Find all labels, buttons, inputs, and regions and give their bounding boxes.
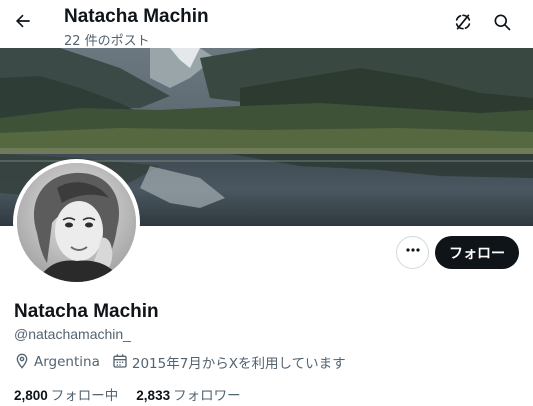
header-post-count: 22 件のポスト — [64, 34, 150, 49]
more-dots-icon — [405, 242, 421, 263]
followers-label: フォロワー — [173, 388, 241, 404]
location-item: Argentina — [14, 353, 100, 372]
profile-meta: Argentina 2015年7月からXを利用しています — [14, 352, 358, 372]
search-button[interactable] — [486, 8, 518, 40]
search-icon — [492, 12, 512, 37]
avatar-portrait-image — [17, 163, 136, 282]
timeline-toggle-icon — [453, 12, 473, 37]
profile-handle: @natachamachin_ — [14, 326, 131, 342]
following-label: フォロー中 — [50, 388, 119, 404]
joined-item: 2015年7月からXを利用しています — [112, 352, 346, 372]
header-profile-name: Natacha Machin — [64, 6, 209, 27]
profile-name: Natacha Machin — [14, 301, 159, 322]
calendar-icon — [112, 353, 132, 372]
more-options-button[interactable] — [396, 236, 429, 269]
follow-button[interactable]: フォロー — [435, 236, 519, 269]
followers-count: 2,833 — [136, 388, 171, 403]
profile-avatar[interactable] — [13, 159, 140, 286]
back-arrow-icon — [13, 11, 33, 36]
followers-link[interactable]: 2,833 フォロワー — [136, 384, 240, 404]
joined-text: 2015年7月からXを利用しています — [131, 356, 346, 372]
back-button[interactable] — [8, 8, 38, 38]
following-link[interactable]: 2,800 フォロー中 — [14, 384, 118, 404]
profile-header: Natacha Machin 22 件のポスト — [0, 0, 533, 49]
timeline-toggle-button[interactable] — [447, 8, 479, 40]
location-pin-icon — [14, 353, 34, 372]
following-count: 2,800 — [14, 388, 48, 403]
profile-stats: 2,800 フォロー中 2,833 フォロワー — [14, 384, 259, 404]
location-text: Argentina — [34, 354, 100, 370]
